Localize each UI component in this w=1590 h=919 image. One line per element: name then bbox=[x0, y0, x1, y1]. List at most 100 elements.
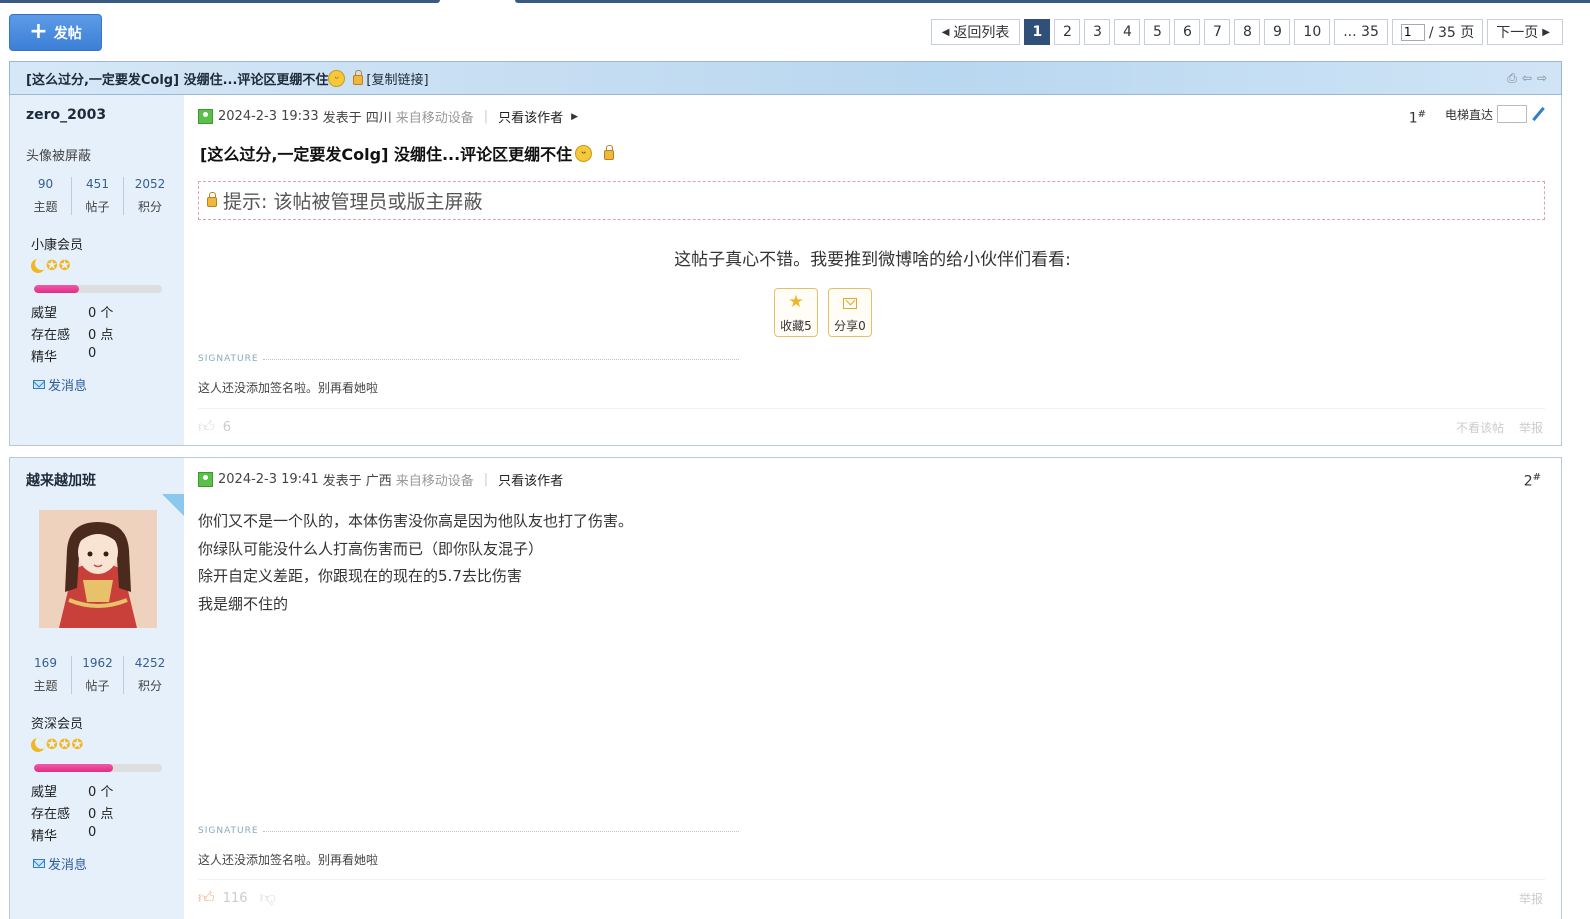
caret-left-icon: ◀ bbox=[941, 26, 950, 38]
next-thread-icon[interactable]: ⇨ bbox=[1537, 71, 1547, 86]
user-group[interactable]: 小康会员 bbox=[31, 234, 83, 253]
divider bbox=[262, 358, 739, 360]
floor-jump-input[interactable] bbox=[1497, 105, 1527, 123]
stat-value: 2052 bbox=[134, 177, 166, 191]
copy-link[interactable]: [复制链接] bbox=[366, 69, 428, 88]
signature-label: SIGNATURE bbox=[198, 354, 739, 364]
page-link[interactable]: 8 bbox=[1234, 19, 1261, 45]
print-icon[interactable]: ⎙ bbox=[1507, 71, 1517, 86]
stat-label: 帖子 bbox=[85, 679, 110, 693]
floor-value: 2 bbox=[1523, 473, 1533, 490]
back-to-list-button[interactable]: ◀ 返回列表 bbox=[930, 19, 1021, 45]
field-value: 0 bbox=[88, 346, 97, 361]
stat-value: 451 bbox=[86, 177, 109, 191]
thumb-up-icon[interactable]: 👍︎ bbox=[198, 888, 215, 908]
field-row: 存在感 0 点 bbox=[31, 324, 113, 343]
next-page-button[interactable]: 下一页 ▶ bbox=[1487, 19, 1563, 45]
stat-posts[interactable]: 451 帖子 bbox=[72, 177, 124, 215]
level-progress-fill bbox=[34, 285, 79, 293]
page-link[interactable]: 7 bbox=[1204, 19, 1231, 45]
field-row: 威望 0 个 bbox=[31, 302, 113, 321]
stat-label: 积分 bbox=[137, 679, 162, 693]
page-link[interactable]: 10 bbox=[1294, 19, 1331, 45]
post-footer: 👍︎ 116 👎︎ 举报 bbox=[198, 888, 1543, 908]
floor-jump: 电梯直达 bbox=[1445, 105, 1545, 123]
report-link[interactable]: 举报 bbox=[1519, 890, 1543, 907]
envelope-icon bbox=[33, 859, 45, 868]
author-name[interactable]: zero_2003 bbox=[26, 107, 106, 123]
next-page-label: 下一页 bbox=[1496, 25, 1539, 41]
page-link[interactable]: 4 bbox=[1114, 19, 1141, 45]
stat-posts[interactable]: 1962 帖子 bbox=[72, 656, 124, 694]
stat-threads[interactable]: 90 主题 bbox=[20, 177, 72, 215]
back-to-list-label: 返回列表 bbox=[953, 25, 1010, 41]
new-post-button[interactable]: + 发帖 bbox=[9, 14, 102, 51]
stat-value: 169 bbox=[34, 656, 57, 670]
thread-title-bar: [这么过分,一定要发Colg] 没绷住...评论区更绷不住 ᵕ [复制链接] ⎙… bbox=[9, 61, 1562, 95]
pen-icon[interactable] bbox=[1531, 107, 1545, 121]
report-link[interactable]: 举报 bbox=[1519, 419, 1543, 436]
top-rule bbox=[0, 0, 440, 3]
post-content: 2024-2-3 19:41 发表于 广西 来自移动设备 | 只看该作者 2# … bbox=[184, 458, 1561, 919]
favorite-button[interactable]: ★ 收藏5 bbox=[774, 288, 818, 337]
page-jump-input[interactable] bbox=[1400, 23, 1425, 41]
field-value: 0 个 bbox=[88, 306, 114, 321]
only-author-link[interactable]: 只看该作者 bbox=[498, 107, 563, 126]
author-sidebar: 越来越加班 169 主题 1962 帖子 4252 积分 资深会员 ✪ ✪ ✪ … bbox=[10, 458, 184, 919]
post-body: 你们又不是一个队的，本体伤害没你高是因为他队友也打了伤害。 你绿队可能没什么人打… bbox=[198, 508, 633, 618]
page-link[interactable]: 5 bbox=[1144, 19, 1171, 45]
page-link[interactable]: 2 bbox=[1054, 19, 1081, 45]
field-value: 0 点 bbox=[88, 328, 114, 343]
grin-emoji: ᵕ bbox=[328, 69, 346, 87]
star-icon: ✪ bbox=[46, 258, 58, 274]
prev-thread-icon[interactable]: ⇦ bbox=[1522, 71, 1532, 86]
avatar[interactable] bbox=[39, 510, 157, 628]
page-link[interactable]: 9 bbox=[1264, 19, 1291, 45]
stat-threads[interactable]: 169 主题 bbox=[20, 656, 72, 694]
page-link[interactable]: 6 bbox=[1174, 19, 1201, 45]
signature-label-text: SIGNATURE bbox=[198, 826, 259, 836]
level-progress bbox=[34, 285, 162, 293]
author-stats: 90 主题 451 帖子 2052 积分 bbox=[20, 177, 176, 215]
author-stats: 169 主题 1962 帖子 4252 积分 bbox=[20, 656, 176, 694]
stat-points[interactable]: 2052 积分 bbox=[124, 177, 176, 215]
last-page-link[interactable]: ... 35 bbox=[1334, 19, 1388, 45]
user-group[interactable]: 资深会员 bbox=[31, 713, 83, 732]
post-meta: 2024-2-3 19:33 发表于 四川 来自移动设备 | 只看该作者 ▶ bbox=[198, 107, 578, 126]
body-line: 我是绷不住的 bbox=[198, 594, 289, 613]
page-link[interactable]: 3 bbox=[1084, 19, 1111, 45]
post-location: 发表于 广西 bbox=[322, 474, 392, 489]
stat-points[interactable]: 4252 积分 bbox=[124, 656, 176, 694]
post-device: 来自移动设备 bbox=[395, 474, 474, 489]
thumb-up-icon[interactable]: 👍︎ bbox=[198, 417, 215, 437]
page-link-current[interactable]: 1 bbox=[1024, 19, 1051, 45]
page-total: / 35 页 bbox=[1428, 25, 1475, 41]
hide-post-link[interactable]: 不看该帖 bbox=[1456, 419, 1504, 436]
level-stars: ✪ ✪ bbox=[31, 259, 70, 273]
floor-number[interactable]: 2# bbox=[1524, 472, 1541, 490]
send-message-link[interactable]: 发消息 bbox=[33, 375, 87, 394]
divider bbox=[262, 830, 739, 832]
floor-number[interactable]: 1# bbox=[1409, 109, 1426, 127]
send-message-link[interactable]: 发消息 bbox=[33, 854, 87, 873]
share-button[interactable]: 分享0 bbox=[828, 288, 872, 337]
thumb-down-icon[interactable]: 👎︎ bbox=[260, 888, 276, 908]
field-key: 威望 bbox=[31, 306, 58, 321]
avatar-blocked-note: 头像被屏蔽 bbox=[26, 149, 92, 164]
field-key: 精华 bbox=[31, 829, 58, 844]
author-name[interactable]: 越来越加班 bbox=[26, 470, 96, 490]
thread-title[interactable]: [这么过分,一定要发Colg] 没绷住...评论区更绷不住 bbox=[26, 69, 328, 88]
moon-icon bbox=[31, 259, 45, 273]
caret-right-icon: ▶ bbox=[571, 111, 579, 122]
moon-icon bbox=[31, 738, 45, 752]
signature-label: SIGNATURE bbox=[198, 826, 739, 836]
stat-value: 1962 bbox=[82, 656, 113, 670]
only-author-link[interactable]: 只看该作者 bbox=[498, 470, 563, 489]
post-content: 2024-2-3 19:33 发表于 四川 来自移动设备 | 只看该作者 ▶ 1… bbox=[184, 95, 1561, 445]
stat-value: 90 bbox=[37, 177, 54, 191]
star-icon: ✪ bbox=[46, 737, 58, 753]
user-icon bbox=[198, 109, 213, 124]
level-progress-fill bbox=[34, 764, 114, 772]
lock-icon bbox=[353, 69, 364, 85]
divider bbox=[198, 879, 1545, 880]
